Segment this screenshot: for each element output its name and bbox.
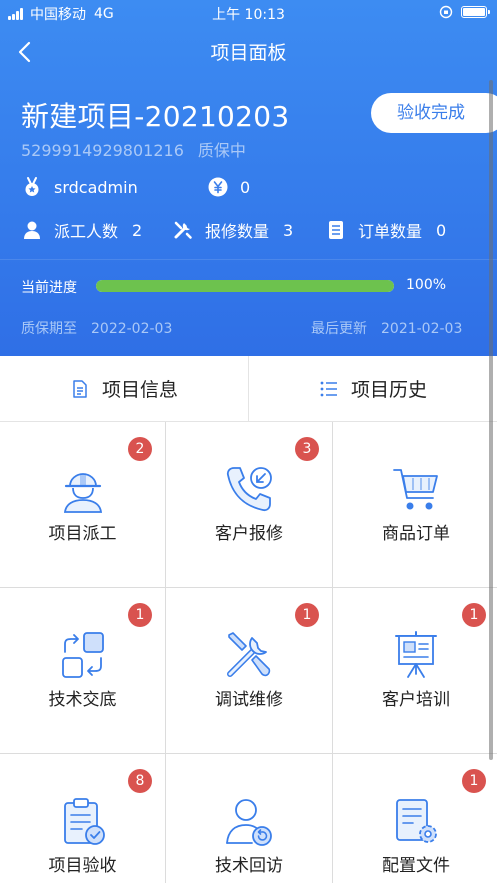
module-label: 项目验收 — [48, 856, 117, 876]
tab-label: 项目信息 — [101, 379, 178, 401]
module-label: 项目派工 — [48, 524, 117, 544]
orientation-lock-icon — [439, 5, 453, 19]
workers-stat: 派工人数 2 — [22, 218, 142, 242]
status-time: 上午 10:13 — [212, 7, 285, 23]
progress-percent: 100% — [406, 277, 447, 293]
count-badge: 1 — [462, 769, 486, 793]
scrollbar[interactable] — [489, 80, 493, 760]
repairs-label: 报修数量 — [205, 222, 270, 241]
tab-project-history[interactable]: 项目历史 — [248, 356, 497, 421]
clipboard-check-icon — [63, 798, 105, 845]
module-label: 客户报修 — [215, 524, 283, 544]
exchange-icon — [61, 632, 104, 678]
worker-helmet-icon — [63, 473, 102, 513]
progress-bar — [96, 280, 394, 292]
module-debug-repair[interactable]: 1 调试维修 — [166, 588, 332, 753]
count-badge: 3 — [295, 437, 319, 461]
amount-value: 0 — [240, 177, 251, 197]
module-tech-briefing[interactable]: 1 技术交底 — [0, 588, 165, 753]
module-config-files[interactable]: 1 配置文件 — [333, 754, 497, 883]
module-product-order[interactable]: 商品订单 — [333, 422, 497, 587]
user-return-icon — [226, 799, 272, 846]
updated-label: 最后更新 — [311, 321, 367, 337]
user-name: srdcadmin — [54, 177, 138, 197]
phone-repair-icon — [226, 467, 272, 512]
progress-label: 当前进度 — [21, 280, 77, 296]
count-badge: 1 — [128, 603, 152, 627]
shopping-cart-icon — [393, 469, 438, 510]
count-badge: 1 — [462, 603, 486, 627]
page-title: 项目面板 — [210, 42, 287, 64]
updated-date: 2021-02-03 — [381, 321, 463, 337]
presentation-board-icon — [395, 631, 437, 678]
workers-label: 派工人数 — [54, 222, 119, 241]
person-icon — [24, 221, 40, 239]
accept-complete-button[interactable]: 验收完成 — [371, 93, 497, 133]
module-project-dispatch[interactable]: 2 项目派工 — [0, 422, 165, 587]
warranty-date: 2022-02-03 — [91, 321, 173, 337]
tools-icon — [227, 632, 271, 677]
count-badge: 8 — [128, 769, 152, 793]
list-icon — [320, 381, 337, 396]
header-divider — [0, 259, 497, 260]
workers-count: 2 — [132, 220, 143, 240]
module-label: 调试维修 — [215, 690, 283, 710]
module-label: 技术回访 — [215, 856, 283, 876]
project-name: 新建项目-20210203 — [21, 100, 290, 133]
module-tech-followup[interactable]: 技术回访 — [166, 754, 332, 883]
module-project-acceptance[interactable]: 8 项目验收 — [0, 754, 165, 883]
info-tabs: 项目信息 项目历史 — [0, 356, 497, 422]
battery-icon — [461, 6, 490, 18]
project-meta: 5299914929801216 质保中 — [21, 137, 246, 161]
warranty-label: 质保期至 — [21, 321, 77, 337]
tab-label: 项目历史 — [350, 379, 427, 401]
warranty-date-row: 质保期至 2022-02-03 — [21, 318, 172, 338]
file-settings-icon — [396, 799, 437, 843]
project-header: 中国移动 4G 上午 10:13 项目面板 新建项目-20210203 5299… — [0, 0, 497, 356]
project-status: 质保中 — [197, 141, 246, 160]
user-row: srdcadmin — [22, 177, 138, 197]
module-label: 客户培训 — [382, 690, 450, 710]
module-label: 商品订单 — [382, 524, 450, 544]
status-bar: 中国移动 4G 上午 10:13 — [0, 0, 497, 26]
module-label: 技术交底 — [48, 690, 117, 710]
orders-stat: 订单数量 0 — [326, 218, 446, 242]
repairs-count: 3 — [283, 220, 294, 240]
progress-bar-fill — [96, 280, 394, 292]
count-badge: 2 — [128, 437, 152, 461]
repairs-stat: 报修数量 3 — [173, 218, 293, 242]
module-grid: 2 项目派工 3 客户报修 商品订单 1 技术交底 1 调试维修 1 客户培训 … — [0, 422, 497, 883]
orders-label: 订单数量 — [358, 222, 423, 241]
nav-bar: 项目面板 — [0, 30, 497, 74]
module-label: 配置文件 — [382, 856, 450, 876]
order-list-icon — [329, 221, 343, 239]
project-code: 5299914929801216 — [21, 141, 184, 160]
updated-date-row: 最后更新 2021-02-03 — [311, 318, 462, 338]
amount-row: 0 — [208, 177, 250, 197]
tab-project-info[interactable]: 项目信息 — [0, 356, 248, 421]
medal-icon — [25, 177, 39, 196]
module-customer-training[interactable]: 1 客户培训 — [333, 588, 497, 753]
tools-small-icon — [174, 221, 192, 239]
orders-count: 0 — [436, 220, 447, 240]
module-customer-repair[interactable]: 3 客户报修 — [166, 422, 332, 587]
document-icon — [73, 379, 87, 398]
yuan-icon — [208, 177, 228, 197]
count-badge: 1 — [295, 603, 319, 627]
